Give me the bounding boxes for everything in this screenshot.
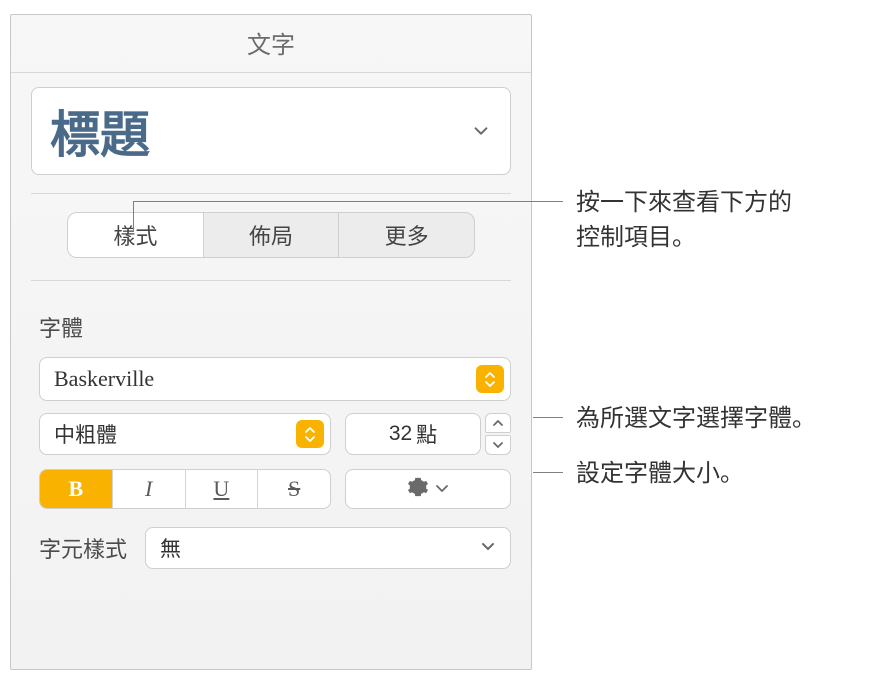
character-style-popup[interactable]: 無 (145, 527, 511, 569)
strikethrough-button[interactable]: S (258, 470, 330, 508)
character-style-label: 字元樣式 (39, 532, 127, 564)
font-family-popup[interactable]: Baskerville (39, 357, 511, 401)
popup-arrows-icon (476, 365, 504, 393)
character-style-value: 無 (160, 533, 496, 563)
text-format-segment: B I U S (39, 469, 331, 509)
advanced-options-popup[interactable] (345, 469, 511, 509)
callout-tab: 按一下來查看下方的 控制項目。 (576, 186, 792, 256)
font-section-label: 字體 (39, 311, 511, 343)
panel-title: 文字 (11, 15, 531, 73)
chevron-down-icon (472, 122, 490, 140)
font-size-value: 32 (389, 422, 412, 446)
font-family-value: Baskerville (54, 366, 476, 392)
callout-size: 設定字體大小。 (576, 457, 744, 492)
chevron-down-icon (435, 480, 449, 498)
callout-line (533, 472, 563, 473)
stepper-up-button[interactable] (485, 413, 511, 433)
callout-font: 為所選文字選擇字體。 (576, 402, 816, 437)
divider (31, 193, 511, 194)
tab-more[interactable]: 更多 (339, 213, 474, 257)
tab-segment-control: 樣式 佈局 更多 (67, 212, 475, 258)
callout-line (133, 201, 563, 202)
font-size-stepper (485, 413, 511, 455)
callout-line (533, 417, 563, 418)
chevron-down-icon (480, 539, 496, 557)
font-weight-popup[interactable]: 中粗體 (39, 413, 331, 455)
popup-arrows-icon (296, 420, 324, 448)
font-weight-value: 中粗體 (54, 419, 296, 449)
tab-layout[interactable]: 佈局 (204, 213, 340, 257)
paragraph-style-value: 標題 (50, 95, 150, 167)
callout-line (133, 201, 134, 232)
tab-style[interactable]: 樣式 (68, 213, 204, 257)
divider (31, 280, 511, 281)
font-size-unit: 點 (416, 419, 437, 449)
text-format-panel: 文字 標題 樣式 佈局 更多 字體 Baskerville 中粗體 (10, 14, 532, 670)
font-size-field[interactable]: 32 點 (345, 413, 481, 455)
stepper-down-button[interactable] (485, 435, 511, 455)
italic-button[interactable]: I (113, 470, 186, 508)
gear-icon (407, 476, 429, 503)
bold-button[interactable]: B (40, 470, 113, 508)
paragraph-style-popup[interactable]: 標題 (31, 87, 511, 175)
underline-button[interactable]: U (186, 470, 259, 508)
